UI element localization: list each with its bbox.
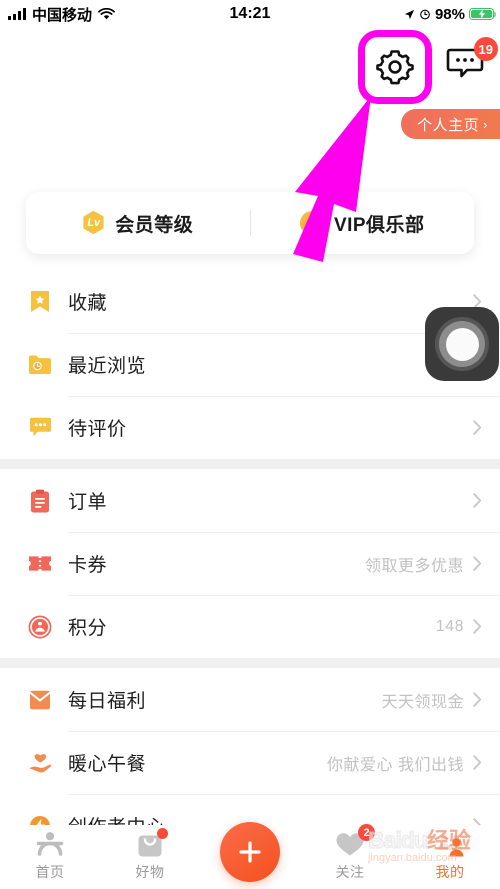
person-home-icon — [35, 829, 65, 859]
menu-row-label: 订单 — [68, 492, 108, 513]
menu-row-label: 待评价 — [68, 419, 127, 440]
menu-row-right: 天天领现金 — [381, 688, 482, 712]
menu-row-right — [464, 420, 482, 435]
menu-row-coupons[interactable]: 卡券 领取更多优惠 — [0, 532, 500, 595]
menu-row-right: 148 — [436, 618, 482, 636]
chevron-right-icon — [473, 556, 482, 571]
folder-clock-icon — [28, 353, 52, 377]
messages-badge: 19 — [473, 37, 498, 61]
header-actions: 19 — [358, 30, 498, 104]
chevron-right-icon — [473, 420, 482, 435]
shopping-bag-icon — [135, 828, 168, 859]
assistive-touch-icon[interactable] — [425, 307, 499, 381]
tab-mine[interactable]: 我的 — [400, 829, 500, 882]
tab-label: 好物 — [135, 864, 165, 880]
comment-dots-icon — [28, 416, 52, 440]
menu-row-hint: 你献爱心 我们出钱 — [327, 756, 464, 774]
menu-row-daily-benefits[interactable]: 每日福利 天天领现金 — [0, 668, 500, 731]
menu-row-hint: 领取更多优惠 — [364, 557, 464, 575]
level-hexagon-icon: Lv — [82, 210, 105, 236]
battery-charging-icon — [469, 7, 497, 21]
tab-label: 我的 — [435, 864, 465, 880]
menu-row-label: 暖心午餐 — [68, 754, 147, 775]
member-level-label: 会员等级 — [115, 214, 194, 236]
tab-home[interactable]: 首页 — [0, 829, 100, 882]
menu-row-hint: 148 — [435, 617, 464, 635]
menu-row-hint: 天天领现金 — [381, 693, 464, 711]
menu-row-label: 每日福利 — [68, 691, 147, 712]
menu-row-label: 收藏 — [68, 293, 108, 314]
vip-badge-text: V — [307, 216, 316, 230]
add-button[interactable] — [220, 822, 280, 882]
tab-goods[interactable]: 好物 — [100, 828, 200, 882]
following-badge: 2 — [358, 824, 375, 841]
status-bar-right: 98% — [404, 5, 497, 23]
chevron-right-icon: › — [483, 116, 488, 132]
member-level-entry[interactable]: Lv 会员等级 — [26, 210, 250, 237]
tab-following[interactable]: 2 关注 — [300, 824, 400, 882]
points-icon — [28, 615, 52, 639]
chevron-right-icon — [473, 755, 482, 770]
vip-circle-icon: V — [299, 211, 324, 235]
gear-icon — [376, 50, 414, 85]
vip-club-label: VIP俱乐部 — [333, 214, 425, 236]
member-card: Lv 会员等级 V VIP俱乐部 — [26, 192, 474, 254]
clipboard-icon — [28, 489, 52, 513]
alarm-clock-icon — [420, 9, 430, 20]
heart-hand-icon — [28, 751, 52, 775]
homepage-button-label: 个人主页 — [417, 116, 480, 134]
status-bar: 中国移动 14:21 98% — [0, 0, 500, 28]
menu-row-orders[interactable]: 订单 — [0, 469, 500, 532]
bolt-icon — [478, 9, 485, 19]
menu-row-label: 卡券 — [68, 555, 108, 576]
chevron-right-icon — [473, 493, 482, 508]
heart-icon: 2 — [335, 824, 375, 859]
battery-percent-label: 98% — [434, 5, 465, 23]
menu-row-right: 你献爱心 我们出钱 — [327, 751, 482, 775]
red-envelope-icon — [28, 688, 52, 712]
chevron-right-icon — [473, 619, 482, 634]
settings-button[interactable] — [358, 30, 432, 104]
messages-button[interactable]: 19 — [446, 37, 498, 87]
tab-label: 关注 — [335, 864, 365, 880]
menu-row-warm-lunch[interactable]: 暖心午餐 你献爱心 我们出钱 — [0, 731, 500, 794]
bookmark-star-icon — [28, 290, 52, 314]
vip-club-entry[interactable]: V VIP俱乐部 — [251, 210, 475, 237]
menu-row-right — [464, 493, 482, 508]
location-arrow-icon — [404, 9, 415, 19]
ticket-icon — [28, 552, 52, 576]
menu-section-2: 订单 卡券 领取更多优惠 积分 148 — [0, 469, 500, 658]
menu-row-label: 最近浏览 — [68, 356, 147, 377]
menu-row-pending-review[interactable]: 待评价 — [0, 396, 500, 459]
section-spacer — [0, 459, 500, 469]
goods-red-dot — [157, 828, 168, 839]
menu-row-label: 积分 — [68, 618, 108, 639]
plus-icon — [239, 841, 261, 863]
tab-label: 首页 — [35, 864, 65, 880]
bottom-tab-bar: 首页 好物 2 关注 我的 — [0, 822, 500, 889]
section-spacer — [0, 658, 500, 668]
menu-row-points[interactable]: 积分 148 — [0, 595, 500, 658]
tab-publish[interactable] — [200, 822, 300, 882]
level-badge-text: Lv — [87, 217, 101, 229]
user-group-icon — [435, 829, 465, 859]
chevron-right-icon — [473, 692, 482, 707]
homepage-button[interactable]: 个人主页 › — [401, 109, 500, 139]
menu-row-right: 领取更多优惠 — [365, 552, 482, 576]
